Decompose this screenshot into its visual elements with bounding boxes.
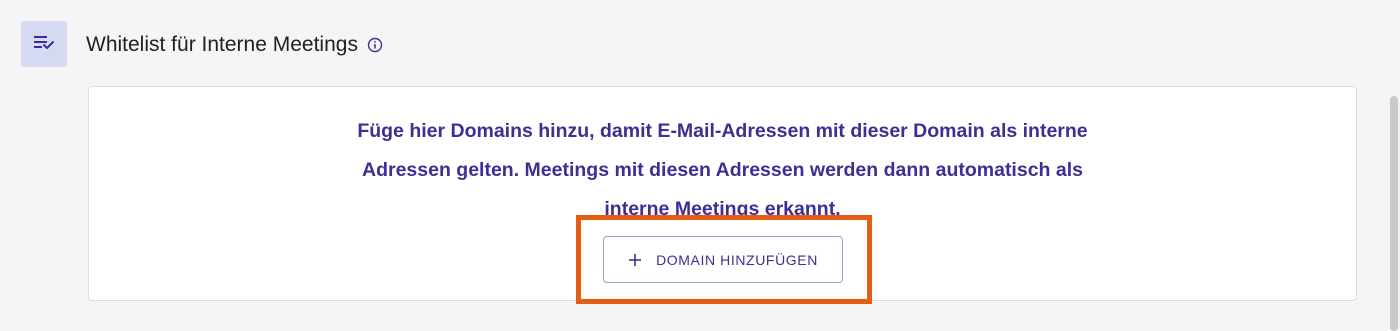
- add-domain-button[interactable]: DOMAIN HINZUFÜGEN: [603, 236, 843, 283]
- add-domain-button-label: DOMAIN HINZUFÜGEN: [656, 251, 818, 268]
- empty-state-message-line: Füge hier Domains hinzu, damit E-Mail-Ad…: [357, 120, 1088, 142]
- empty-state-message-line: Adressen gelten. Meetings mit diesen Adr…: [362, 159, 1083, 181]
- info-circle-icon[interactable]: [367, 37, 383, 53]
- section-icon-tile: [21, 21, 67, 67]
- plus-icon: [628, 253, 642, 267]
- playlist-check-icon: [33, 34, 55, 55]
- scrollbar-thumb[interactable]: [1390, 96, 1398, 331]
- section-header: Whitelist für Interne Meetings: [86, 32, 383, 58]
- section-title: Whitelist für Interne Meetings: [86, 33, 358, 56]
- empty-state-message: Füge hier Domains hinzu, damit E-Mail-Ad…: [293, 112, 1153, 229]
